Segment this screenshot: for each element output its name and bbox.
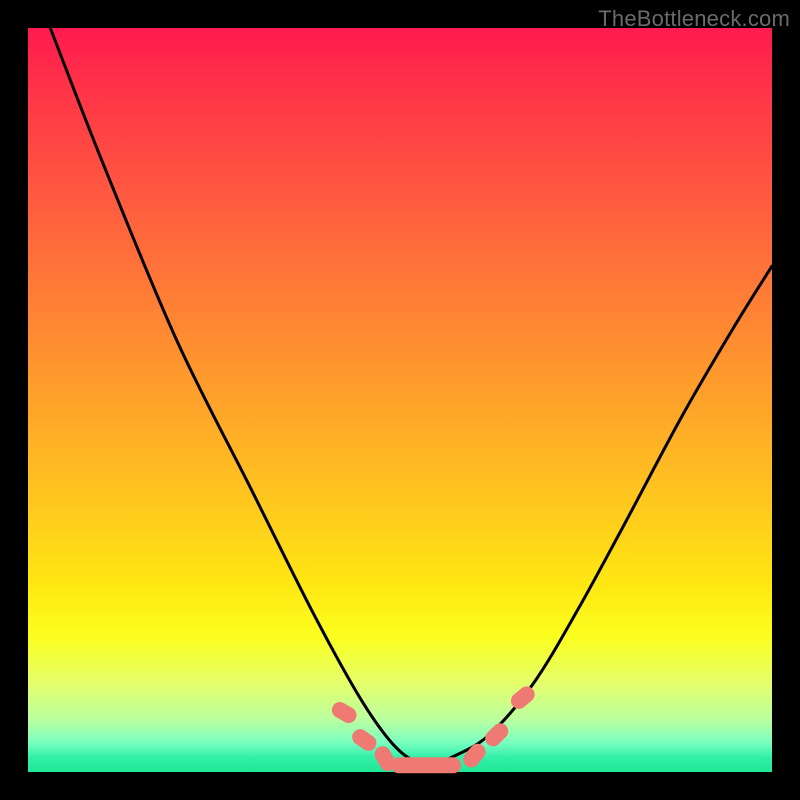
plot-area [28, 28, 772, 772]
curve-marker [508, 683, 538, 712]
curve-marker [482, 720, 512, 750]
curve-marker [460, 740, 489, 770]
curve-marker [329, 699, 360, 726]
watermark-text: TheBottleneck.com [598, 6, 790, 32]
curve-marker [349, 726, 379, 754]
bottleneck-curve [50, 28, 772, 765]
curve-layer [28, 28, 772, 772]
curve-marker [391, 757, 461, 773]
chart-frame: TheBottleneck.com [0, 0, 800, 800]
